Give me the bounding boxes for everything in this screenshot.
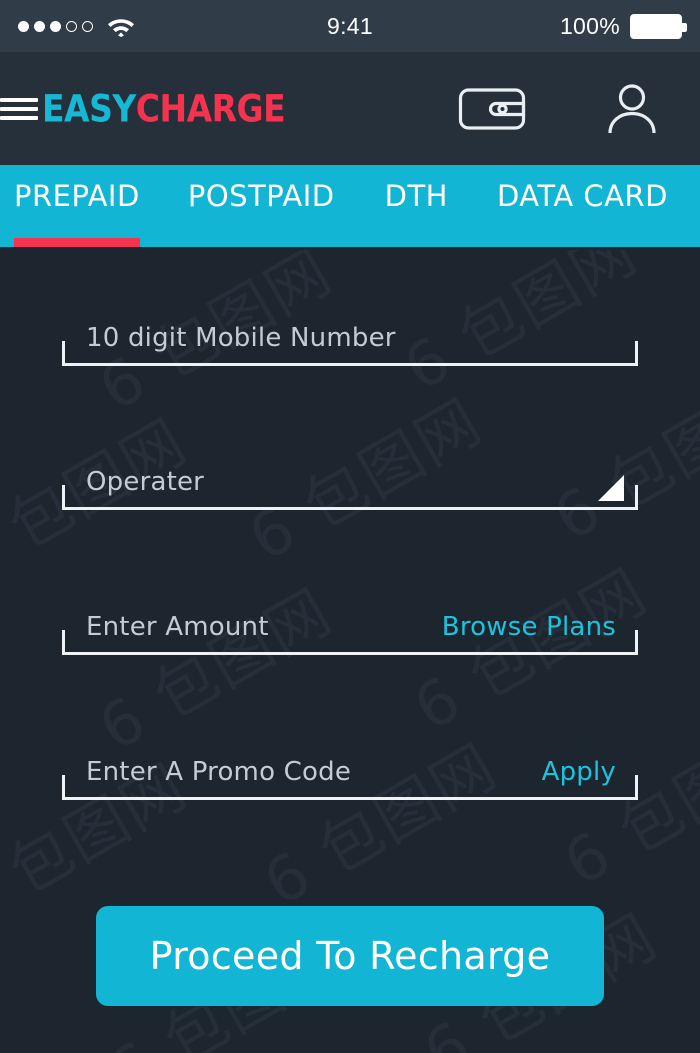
recharge-form: 10 digit Mobile Number Operater Enter Am… (0, 310, 700, 800)
battery-full-icon (630, 13, 687, 39)
browse-plans-link[interactable]: Browse Plans (442, 612, 638, 652)
status-bar: 9:41 100% (0, 0, 700, 52)
amount-placeholder: Enter Amount (86, 612, 269, 642)
tab-data-card[interactable]: DATA CARD (497, 179, 668, 247)
promo-code-placeholder: Enter A Promo Code (86, 757, 352, 787)
status-bar-right: 100% (373, 12, 687, 40)
logo-text-easy: EASY (42, 86, 136, 131)
field-gap (62, 510, 638, 599)
amount-field[interactable]: Enter Amount Browse Plans (62, 599, 638, 655)
signal-dot-filled (34, 20, 45, 32)
dropdown-triangle-icon[interactable] (598, 475, 624, 501)
proceed-to-recharge-button[interactable]: Proceed To Recharge (96, 906, 604, 1006)
tab-active-underline (14, 238, 140, 247)
tab-label: POSTPAID (187, 179, 335, 213)
tab-prepaid[interactable]: PREPAID (14, 179, 140, 247)
mobile-number-placeholder: 10 digit Mobile Number (86, 323, 396, 353)
logo-text-charge: CHARGE (135, 86, 286, 131)
tab-label: PREPAID (14, 179, 140, 213)
tab-postpaid[interactable]: POSTPAID (188, 179, 335, 247)
wifi-icon (106, 15, 136, 37)
signal-dot-empty (82, 20, 93, 32)
apply-promo-link[interactable]: Apply (542, 757, 638, 797)
operator-select-field[interactable]: Operater (62, 454, 638, 510)
app-logo: EASY CHARGE (42, 87, 458, 131)
status-bar-time: 9:41 (327, 12, 373, 39)
battery-percent-label: 100% (559, 12, 620, 39)
operator-placeholder: Operater (86, 467, 205, 497)
signal-dot-empty (66, 20, 77, 32)
tab-dth[interactable]: DTH (385, 179, 448, 247)
promo-code-field[interactable]: Enter A Promo Code Apply (62, 744, 638, 800)
hamburger-menu-icon[interactable] (0, 97, 38, 120)
signal-dot-filled (18, 20, 29, 32)
cta-container: Proceed To Recharge (0, 906, 700, 1006)
header-actions (458, 81, 660, 137)
wallet-icon[interactable] (458, 84, 526, 134)
tab-label: DATA CARD (496, 179, 668, 213)
hamburger-line (0, 97, 38, 102)
category-tab-bar: PREPAID POSTPAID DTH DATA CARD (0, 165, 700, 247)
hamburger-line (0, 115, 38, 120)
tab-label: DTH (384, 179, 448, 213)
mobile-number-field[interactable]: 10 digit Mobile Number (62, 310, 638, 366)
signal-strength-dots (18, 20, 93, 32)
signal-dot-filled (50, 20, 61, 32)
app-header: EASY CHARGE (0, 52, 700, 165)
status-bar-left (18, 15, 327, 37)
field-gap (62, 366, 638, 454)
spacer-above-cta (0, 800, 700, 906)
app-screen: 6 包图网 6 包图网 6 包图网 6 包图网 6 包图网 6 包图网 6 包图… (0, 0, 700, 1053)
hamburger-line (0, 106, 38, 111)
user-profile-icon[interactable] (604, 81, 660, 137)
spacer-above-form (0, 247, 700, 310)
field-gap (62, 655, 638, 744)
